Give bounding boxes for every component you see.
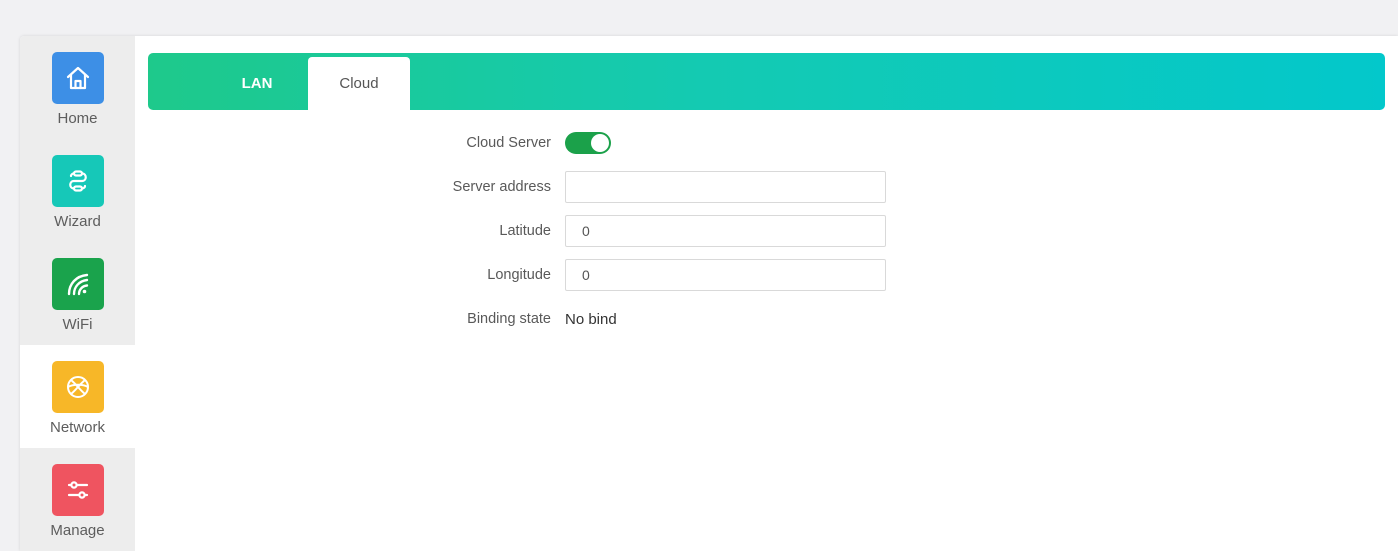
sidebar-item-label: Network xyxy=(49,419,105,436)
cloud-server-row: Cloud Server xyxy=(320,127,611,159)
tab-bar: LAN Cloud xyxy=(148,53,1385,110)
sidebar-item-label: Wizard xyxy=(54,213,101,230)
sidebar-item-label: Manage xyxy=(50,522,105,539)
cloud-server-toggle[interactable] xyxy=(565,132,611,154)
sliders-icon xyxy=(51,464,104,516)
latitude-input[interactable] xyxy=(565,215,886,247)
wifi-icon xyxy=(51,258,104,310)
sidebar-item-home[interactable]: Home xyxy=(20,36,135,139)
link-icon xyxy=(51,155,104,207)
latitude-row: Latitude xyxy=(320,215,886,247)
home-icon xyxy=(51,52,104,104)
sidebar: Home Wizard WiFi Network Manage xyxy=(20,36,135,551)
longitude-row: Longitude xyxy=(320,259,886,291)
binding-state-value: No bind xyxy=(565,310,617,328)
longitude-input[interactable] xyxy=(565,259,886,291)
cloud-server-label: Cloud Server xyxy=(466,135,551,151)
binding-state-label: Binding state xyxy=(467,311,551,327)
server-address-row: Server address xyxy=(320,171,886,203)
toggle-knob xyxy=(591,134,609,152)
sidebar-item-wizard[interactable]: Wizard xyxy=(20,139,135,242)
globe-icon xyxy=(51,361,104,413)
sidebar-item-manage[interactable]: Manage xyxy=(20,448,135,551)
longitude-label: Longitude xyxy=(487,267,551,283)
server-address-label: Server address xyxy=(452,179,551,195)
tab-cloud[interactable]: Cloud xyxy=(308,57,410,110)
binding-state-row: Binding state No bind xyxy=(320,303,617,335)
sidebar-item-label: Home xyxy=(57,110,98,127)
main-panel: Home Wizard WiFi Network Manage LAN Clou… xyxy=(20,36,1398,551)
sidebar-item-network[interactable]: Network xyxy=(20,345,135,448)
tab-lan[interactable]: LAN xyxy=(206,57,308,110)
latitude-label: Latitude xyxy=(499,223,551,239)
server-address-input[interactable] xyxy=(565,171,886,203)
sidebar-item-label: WiFi xyxy=(62,316,93,333)
sidebar-item-wifi[interactable]: WiFi xyxy=(20,242,135,345)
